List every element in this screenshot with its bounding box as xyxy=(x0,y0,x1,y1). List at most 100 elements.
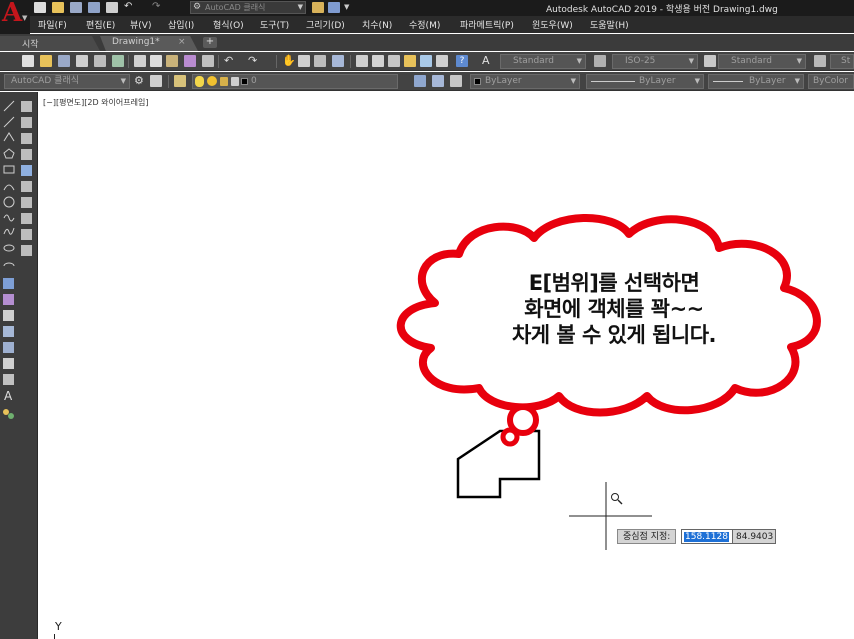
hatch-icon[interactable] xyxy=(3,326,14,337)
zoom-center-icon[interactable] xyxy=(21,165,32,176)
dimension-style-select[interactable]: ISO-25 ▼ xyxy=(612,54,698,69)
linetype-select[interactable]: ByLayer ▼ xyxy=(586,74,704,89)
zoom-extents-icon[interactable] xyxy=(21,245,32,256)
application-menu-button[interactable]: A ▼ xyxy=(0,0,30,34)
zoom-scale-icon[interactable] xyxy=(21,149,32,160)
zoom-in-icon[interactable] xyxy=(21,197,32,208)
menu-edit[interactable]: 편집(E) xyxy=(86,18,115,31)
multileader-style-icon[interactable] xyxy=(814,55,826,67)
open-icon[interactable] xyxy=(52,2,64,13)
revision-cloud-icon[interactable] xyxy=(3,214,15,222)
share-icon[interactable] xyxy=(312,2,324,13)
construction-line-icon[interactable] xyxy=(3,116,15,128)
gradient-icon[interactable] xyxy=(3,342,14,353)
drawing-canvas[interactable]: [−][평면도][2D 와이어프레임] E[범위]를 선택하면 화면에 객체를 … xyxy=(39,92,854,639)
plot-icon[interactable] xyxy=(76,55,88,67)
polygon-icon[interactable] xyxy=(3,148,15,159)
line-tool-icon[interactable] xyxy=(3,100,15,112)
zoom-realtime-icon[interactable] xyxy=(21,101,32,112)
table-icon[interactable] xyxy=(3,374,14,385)
dynamic-input-x-field[interactable]: 158.1128 xyxy=(681,529,737,544)
zoom-all-icon[interactable] xyxy=(21,229,32,240)
menu-draw[interactable]: 그리기(D) xyxy=(306,18,345,31)
markup-icon[interactable] xyxy=(420,55,432,67)
table-style-icon[interactable] xyxy=(704,55,716,67)
save-icon[interactable] xyxy=(58,55,70,67)
table-style-select[interactable]: Standard ▼ xyxy=(718,54,806,69)
make-block-icon[interactable] xyxy=(3,294,14,305)
ellipse-icon[interactable] xyxy=(3,244,15,252)
text-style-select[interactable]: Standard ▼ xyxy=(500,54,586,69)
menu-window[interactable]: 윈도우(W) xyxy=(532,18,573,31)
layer-properties-icon[interactable] xyxy=(174,75,186,87)
arc-icon[interactable] xyxy=(3,184,15,191)
match-properties-icon[interactable] xyxy=(184,55,196,67)
point-icon[interactable] xyxy=(3,310,14,321)
text-style-icon[interactable]: A xyxy=(482,55,494,67)
gear-icon[interactable]: ⚙ xyxy=(134,75,146,87)
close-icon[interactable]: × xyxy=(178,37,186,47)
menu-tools[interactable]: 도구(T) xyxy=(260,18,289,31)
zoom-object-icon[interactable] xyxy=(21,181,32,192)
insert-block-icon[interactable] xyxy=(3,278,14,289)
menu-format[interactable]: 형식(O) xyxy=(213,18,244,31)
multileader-style-select[interactable]: St xyxy=(830,54,854,69)
make-current-layer-icon[interactable] xyxy=(414,75,426,87)
help-icon[interactable]: ? xyxy=(456,55,468,67)
menu-help[interactable]: 도움말(H) xyxy=(590,18,629,31)
rectangle-icon[interactable] xyxy=(3,165,15,174)
pan-icon[interactable]: ✋ xyxy=(282,55,296,67)
zoom-previous-icon[interactable] xyxy=(332,55,344,67)
zoom-out-icon[interactable] xyxy=(21,213,32,224)
phone-icon[interactable] xyxy=(328,2,340,13)
zoom-realtime-icon[interactable] xyxy=(298,55,310,67)
redo-icon[interactable]: ↷ xyxy=(152,2,164,13)
menu-parametric[interactable]: 파라메트릭(P) xyxy=(460,18,514,31)
new-icon[interactable] xyxy=(34,2,46,13)
save-icon[interactable] xyxy=(70,2,82,13)
paste-icon[interactable] xyxy=(166,55,178,67)
plot-style-select[interactable]: ByColor xyxy=(808,74,854,89)
plot-icon[interactable] xyxy=(106,2,118,13)
menu-insert[interactable]: 삽입(I) xyxy=(168,18,194,31)
dynamic-input-y-field[interactable]: 84.9403 xyxy=(732,529,776,544)
redo-icon[interactable]: ↷ xyxy=(248,55,260,67)
calculator-icon[interactable] xyxy=(436,55,448,67)
open-icon[interactable] xyxy=(40,55,52,67)
tool-palettes-icon[interactable] xyxy=(388,55,400,67)
copy-icon[interactable] xyxy=(150,55,162,67)
publish-icon[interactable] xyxy=(112,55,124,67)
polyline-icon[interactable] xyxy=(3,132,15,142)
save-as-icon[interactable] xyxy=(88,2,100,13)
undo-icon[interactable]: ↶ xyxy=(224,55,236,67)
new-icon[interactable] xyxy=(22,55,34,67)
add-selected-icon[interactable] xyxy=(3,409,9,415)
layer-previous-icon[interactable] xyxy=(432,75,444,87)
new-tab-button[interactable]: + xyxy=(203,37,217,48)
design-center-icon[interactable] xyxy=(372,55,384,67)
block-editor-icon[interactable] xyxy=(202,55,214,67)
workspace-quick-combo[interactable]: ⚙ AutoCAD 클래식 ▼ xyxy=(190,1,306,14)
lineweight-select[interactable]: ByLayer ▼ xyxy=(708,74,804,89)
plot-preview-icon[interactable] xyxy=(94,55,106,67)
layer-states-icon[interactable] xyxy=(450,75,462,87)
zoom-window-icon[interactable] xyxy=(314,55,326,67)
dimension-style-icon[interactable] xyxy=(594,55,606,67)
sheet-set-icon[interactable] xyxy=(404,55,416,67)
color-select[interactable]: ByLayer ▼ xyxy=(470,74,580,89)
menu-dimension[interactable]: 치수(N) xyxy=(362,18,392,31)
spline-icon[interactable] xyxy=(3,227,15,235)
layer-select[interactable]: 0 xyxy=(192,74,398,89)
properties-icon[interactable] xyxy=(356,55,368,67)
ellipse-arc-icon[interactable] xyxy=(3,262,15,267)
menu-view[interactable]: 뷰(V) xyxy=(130,18,151,31)
workspace-settings-icon[interactable] xyxy=(150,75,162,87)
tab-start[interactable]: 시작 xyxy=(0,36,100,51)
qat-dropdown-icon[interactable]: ▼ xyxy=(344,2,356,13)
circle-icon[interactable] xyxy=(3,196,15,208)
zoom-window-icon[interactable] xyxy=(21,117,32,128)
zoom-dynamic-icon[interactable] xyxy=(21,133,32,144)
multiline-text-icon[interactable]: A xyxy=(4,389,13,403)
menu-file[interactable]: 파일(F) xyxy=(38,18,67,31)
region-icon[interactable] xyxy=(3,358,14,369)
